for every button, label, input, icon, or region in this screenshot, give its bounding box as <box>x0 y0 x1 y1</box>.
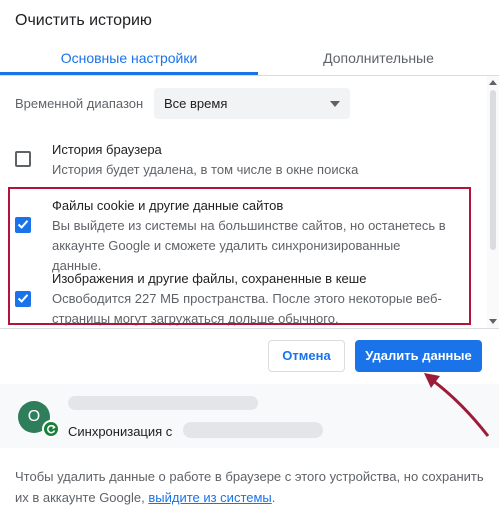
option-description: История будет удалена, в том числе в окн… <box>52 162 359 177</box>
footer-note: Чтобы удалить данные о работе в браузере… <box>15 466 493 508</box>
checkbox-browser-history[interactable] <box>15 151 31 167</box>
divider <box>0 328 499 329</box>
time-range-label: Временной диапазон <box>15 96 144 111</box>
scroll-up-arrow-icon[interactable] <box>489 80 497 85</box>
footer-end: . <box>271 490 276 505</box>
active-tab-indicator <box>0 72 258 75</box>
time-range-value: Все время <box>164 96 228 111</box>
sync-icon <box>42 420 60 438</box>
scroll-down-arrow-icon[interactable] <box>489 319 497 324</box>
dialog-title: Очистить историю <box>15 12 152 29</box>
time-range-select[interactable]: Все время <box>154 88 350 119</box>
cancel-button[interactable]: Отмена <box>268 340 345 372</box>
tab-basic-settings[interactable]: Основные настройки <box>0 42 258 75</box>
tab-advanced-settings[interactable]: Дополнительные <box>258 42 499 75</box>
sign-out-link[interactable]: выйдите из системы <box>148 490 271 505</box>
tab-bar: Основные настройки Дополнительные <box>0 42 499 76</box>
account-section: O Синхронизация с <box>0 384 499 448</box>
scrollbar-thumb[interactable] <box>490 90 496 250</box>
annotation-highlight-box <box>8 187 471 325</box>
blurred-account-email <box>183 422 323 438</box>
dropdown-arrow-icon <box>330 101 340 107</box>
option-title: История браузера <box>52 142 162 157</box>
scrollbar[interactable] <box>487 76 499 328</box>
clear-history-dialog: Очистить историю Основные настройки Допо… <box>0 0 499 515</box>
delete-data-button[interactable]: Удалить данные <box>355 340 482 372</box>
blurred-account-name <box>68 396 258 410</box>
sync-label: Синхронизация с <box>68 424 173 439</box>
